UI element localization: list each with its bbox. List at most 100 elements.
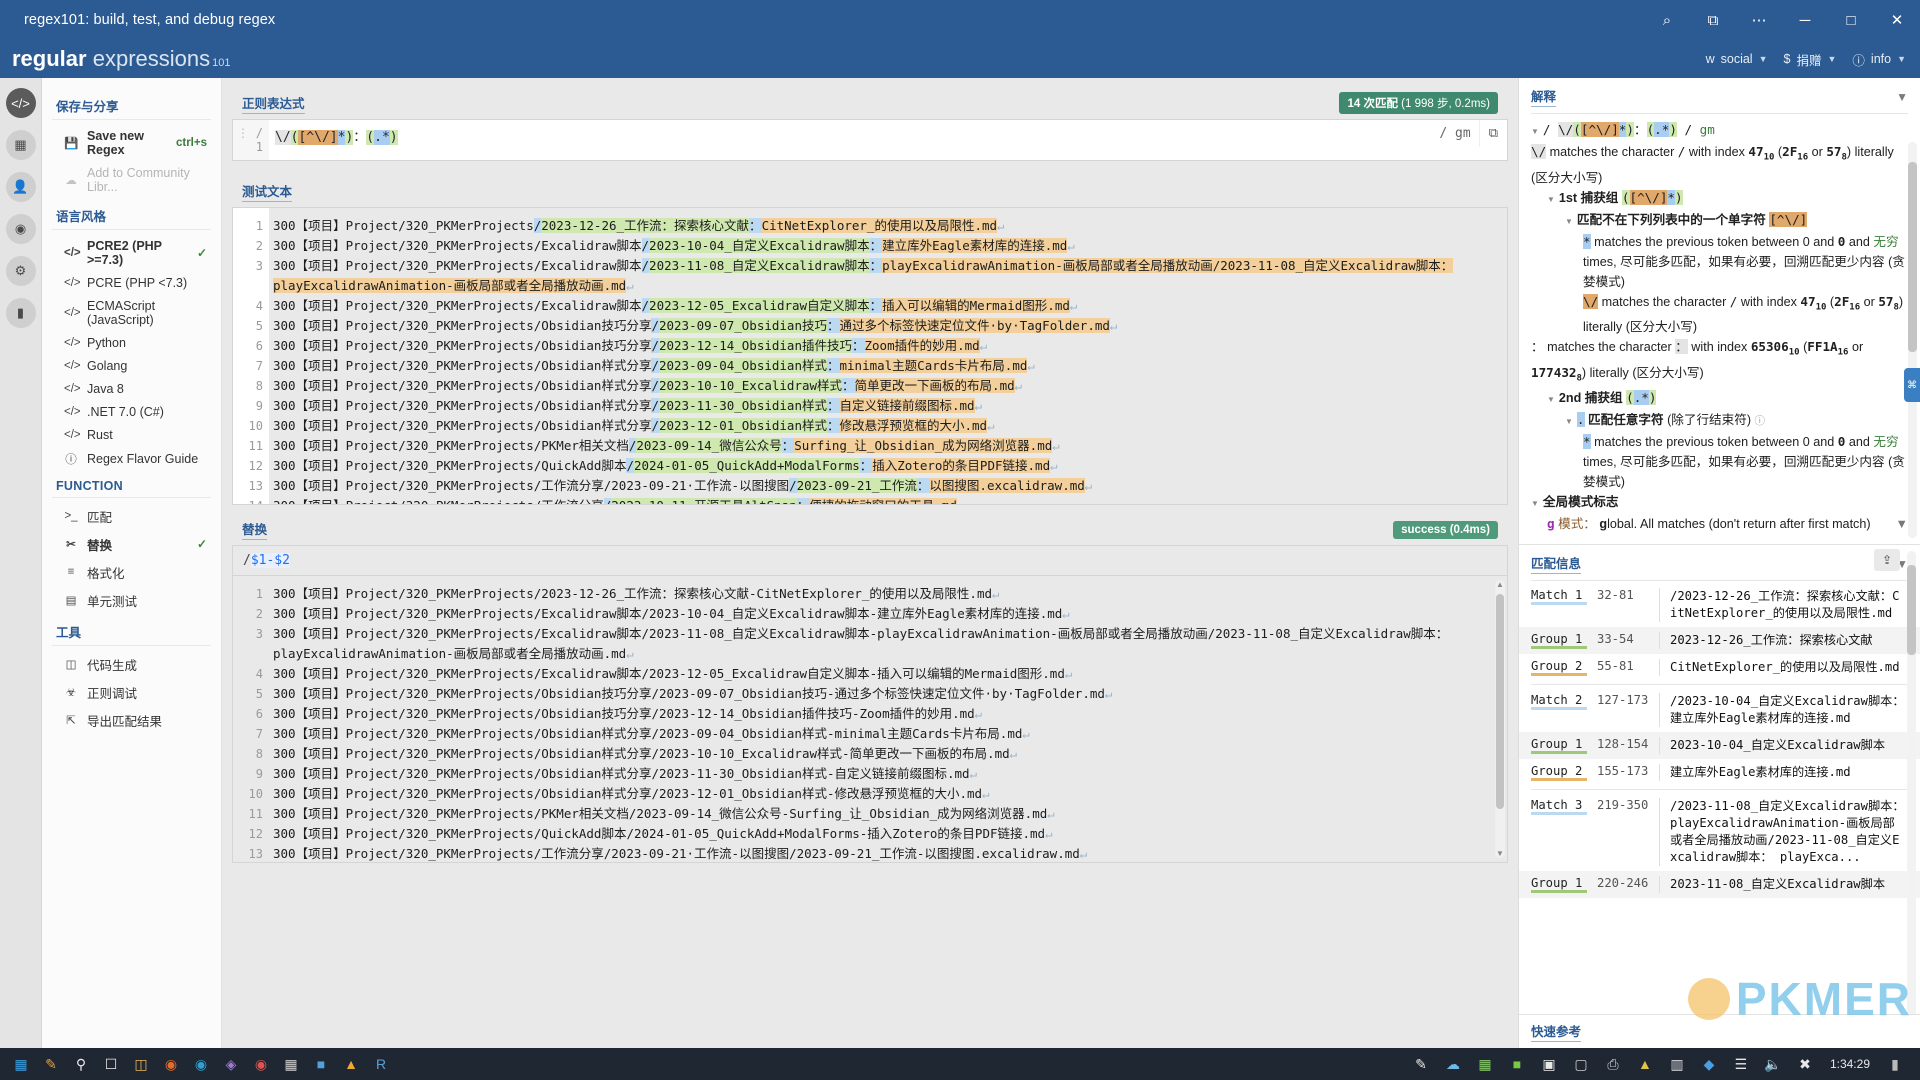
sidebar-item-rust[interactable]: </> Rust xyxy=(42,423,221,446)
sidebar-item-substitution[interactable]: ✂ 替换 ✓ xyxy=(42,530,221,558)
explanation-scrollbar[interactable] xyxy=(1908,142,1917,538)
search-icon[interactable]: ⌕ xyxy=(1644,0,1690,40)
result-scrollbar[interactable]: ▲ ▼ xyxy=(1495,580,1505,858)
tray-blue-icon[interactable]: ◆ xyxy=(1694,1050,1724,1078)
close-button[interactable]: ✕ xyxy=(1874,0,1920,40)
taskbar-rstudio-icon[interactable]: R xyxy=(366,1050,396,1078)
tray-cloud-icon[interactable]: ☁ xyxy=(1438,1050,1468,1078)
drag-handle-icon[interactable]: ⋮ xyxy=(237,126,249,140)
share-icon[interactable]: ⇪ xyxy=(1874,549,1900,571)
tray-network-icon[interactable]: ☰ xyxy=(1726,1050,1756,1078)
triangle-down-icon[interactable]: ▼ xyxy=(1565,417,1573,426)
triangle-down-icon[interactable]: ▼ xyxy=(1547,195,1555,204)
sidebar-item-format[interactable]: ≡ 格式化 xyxy=(42,558,221,586)
minimize-button[interactable]: ─ xyxy=(1782,0,1828,40)
sidebar-item-regex-flavor-guide[interactable]: ⓘ Regex Flavor Guide xyxy=(42,446,221,471)
tray-printer-icon[interactable]: ⎙ xyxy=(1598,1050,1628,1078)
match-info-row[interactable]: Match 2 127-173/2023-10-04_自定义Excalidraw脚… xyxy=(1519,688,1920,732)
match-info-scrollbar[interactable] xyxy=(1907,551,1916,1022)
substitution-input[interactable]: /$1-$2 xyxy=(232,545,1508,575)
sidebar-item-java8[interactable]: </> Java 8 xyxy=(42,377,221,400)
maximize-button[interactable]: □ xyxy=(1828,0,1874,40)
match-info-row[interactable]: Group 1 128-154 2023-10-04_自定义Excalidraw脚本 xyxy=(1519,732,1920,759)
social-menu[interactable]: w social ▼ xyxy=(1706,52,1768,66)
taskbar-paint-icon[interactable]: ▲ xyxy=(336,1050,366,1078)
taskbar-search-icon[interactable]: ⚲ xyxy=(66,1050,96,1078)
sidebar-item-ecmascript[interactable]: </> ECMAScript (JavaScript) xyxy=(42,294,221,331)
site-logo[interactable]: regular expressions 101 xyxy=(12,48,230,70)
gamepad-icon[interactable]: ◉ xyxy=(5,214,36,244)
sidebar-item-regex-debugger[interactable]: ☣ 正则调试 xyxy=(42,678,221,706)
triangle-down-icon[interactable]: ▼ xyxy=(1531,499,1539,508)
taskbar-explorer-icon[interactable]: ◫ xyxy=(126,1050,156,1078)
taskbar-terminal-icon[interactable]: ▦ xyxy=(276,1050,306,1078)
match-info-row[interactable]: Group 2 55-81 CitNetExplorer_的使用以及局限性.md xyxy=(1519,654,1920,681)
sidebar-item-unit-tests[interactable]: ▤ 单元测试 xyxy=(42,586,221,614)
sidebar-item-code-generator[interactable]: ◫ 代码生成 xyxy=(42,650,221,678)
regex-input[interactable]: \/([^\/]*)：(.*) xyxy=(269,120,1431,151)
show-desktop-button[interactable]: ▮ xyxy=(1880,1050,1910,1078)
tray-folder-icon[interactable]: ▦ xyxy=(1470,1050,1500,1078)
tray-pen-icon[interactable]: ✎ xyxy=(1406,1050,1436,1078)
match-info-row[interactable]: Group 2 155-173 建立库外Eagle素材库的连接.md xyxy=(1519,759,1920,786)
windows-start-icon[interactable]: ▦ xyxy=(6,1050,36,1078)
taskbar-pen-icon[interactable]: ✎ xyxy=(36,1050,66,1078)
sidebar-item-save-new-regex[interactable]: 💾 Save new Regex ctrl+s xyxy=(42,124,221,161)
taskbar-clock[interactable]: 1:34:29 xyxy=(1822,1057,1878,1071)
scroll-down-icon[interactable]: ▼ xyxy=(1495,849,1505,858)
question-circle-icon[interactable]: ⓘ xyxy=(1755,415,1766,427)
triangle-down-icon[interactable]: ▼ xyxy=(1531,127,1539,136)
tray-green-icon[interactable]: ■ xyxy=(1502,1050,1532,1078)
sidebar-item-add-to-community-library[interactable]: ☁ Add to Community Libr... xyxy=(42,161,221,198)
sidebar-item-pcre[interactable]: </> PCRE (PHP <7.3) xyxy=(42,271,221,294)
split-screen-icon[interactable]: ⧉ xyxy=(1690,0,1736,40)
triangle-down-icon[interactable]: ▼ xyxy=(1547,395,1555,404)
copy-icon[interactable]: ⧉ xyxy=(1478,120,1507,147)
code-icon[interactable]: </> xyxy=(5,88,36,118)
tray-camera-icon[interactable]: ▢ xyxy=(1566,1050,1596,1078)
donate-menu[interactable]: $ 捐赠 ▼ xyxy=(1784,50,1837,69)
taskbar-app1-icon[interactable]: ◉ xyxy=(246,1050,276,1078)
scrollbar-thumb[interactable] xyxy=(1907,565,1916,655)
tray-volume-icon[interactable]: 🔈 xyxy=(1758,1050,1788,1078)
tray-shield-icon[interactable]: ▲ xyxy=(1630,1050,1660,1078)
chevron-down-icon[interactable]: ▼ xyxy=(1896,90,1908,104)
regex-flags[interactable]: / gm xyxy=(1431,120,1478,147)
sidebar-item-export-matches[interactable]: ⇱ 导出匹配结果 xyxy=(42,706,221,734)
sidebar-item-dotnet[interactable]: </> .NET 7.0 (C#) xyxy=(42,400,221,423)
taskbar-edge-icon[interactable]: ◉ xyxy=(186,1050,216,1078)
taskbar-notes-icon[interactable]: ■ xyxy=(306,1050,336,1078)
account-icon[interactable]: 👤 xyxy=(5,172,36,202)
command-palette-tab[interactable]: ⌘ xyxy=(1904,368,1920,402)
regex-input-box[interactable]: ⋮/ 1 \/([^\/]*)：(.*) / gm ⧉ xyxy=(232,119,1508,161)
match-info-row[interactable]: Group 1 33-54 2023-12-26_工作流：探索核心文献 xyxy=(1519,627,1920,654)
sidebar-item-pcre2[interactable]: </> PCRE2 (PHP >=7.3) ✓ xyxy=(42,234,221,271)
info-menu[interactable]: ⓘ info ▼ xyxy=(1852,50,1906,69)
quick-reference-footer[interactable]: 快速参考 xyxy=(1519,1014,1920,1048)
gear-icon[interactable]: ⚙ xyxy=(5,256,36,286)
tray-chart-icon[interactable]: ▥ xyxy=(1662,1050,1692,1078)
more-options-icon[interactable]: ⋯ xyxy=(1736,0,1782,40)
floppy-icon: 💾 xyxy=(64,137,79,150)
chevron-down-icon[interactable]: ▼ xyxy=(1896,514,1908,534)
tray-monitor-icon[interactable]: ▣ xyxy=(1534,1050,1564,1078)
test-string-box[interactable]: 123 4567891011121314 300【项目】Project/320_… xyxy=(232,207,1508,505)
scroll-up-icon[interactable]: ▲ xyxy=(1495,580,1505,589)
chat-icon[interactable]: ▮ xyxy=(5,298,36,328)
match-info-row[interactable]: Group 1 220-246 2023-11-08_自定义Excalidraw脚本 xyxy=(1519,871,1920,898)
match-info-row[interactable]: Match 1 32-81/2023-12-26_工作流：探索核心文献：CitNe… xyxy=(1519,583,1920,627)
sidebar-item-match[interactable]: >_ 匹配 xyxy=(42,502,221,530)
match-info-row[interactable]: Match 3 219-350/2023-11-08_自定义Excalidraw脚… xyxy=(1519,793,1920,871)
taskbar-taskview-icon[interactable]: ☐ xyxy=(96,1050,126,1078)
test-string-input[interactable]: 300【项目】Project/320_PKMerProjects/2023-12… xyxy=(269,208,1507,504)
sidebar-item-python[interactable]: </> Python xyxy=(42,331,221,354)
triangle-down-icon[interactable]: ▼ xyxy=(1565,217,1573,226)
match-value: /2023-11-08_自定义Excalidraw脚本： playExcalid… xyxy=(1659,798,1906,866)
library-icon[interactable]: ▦ xyxy=(5,130,36,160)
tray-close-icon[interactable]: ✖ xyxy=(1790,1050,1820,1078)
sidebar-item-golang[interactable]: </> Golang xyxy=(42,354,221,377)
taskbar-firefox-icon[interactable]: ◉ xyxy=(156,1050,186,1078)
taskbar-obsidian-icon[interactable]: ◈ xyxy=(216,1050,246,1078)
scrollbar-thumb[interactable] xyxy=(1496,594,1504,809)
scrollbar-thumb[interactable] xyxy=(1908,162,1917,352)
